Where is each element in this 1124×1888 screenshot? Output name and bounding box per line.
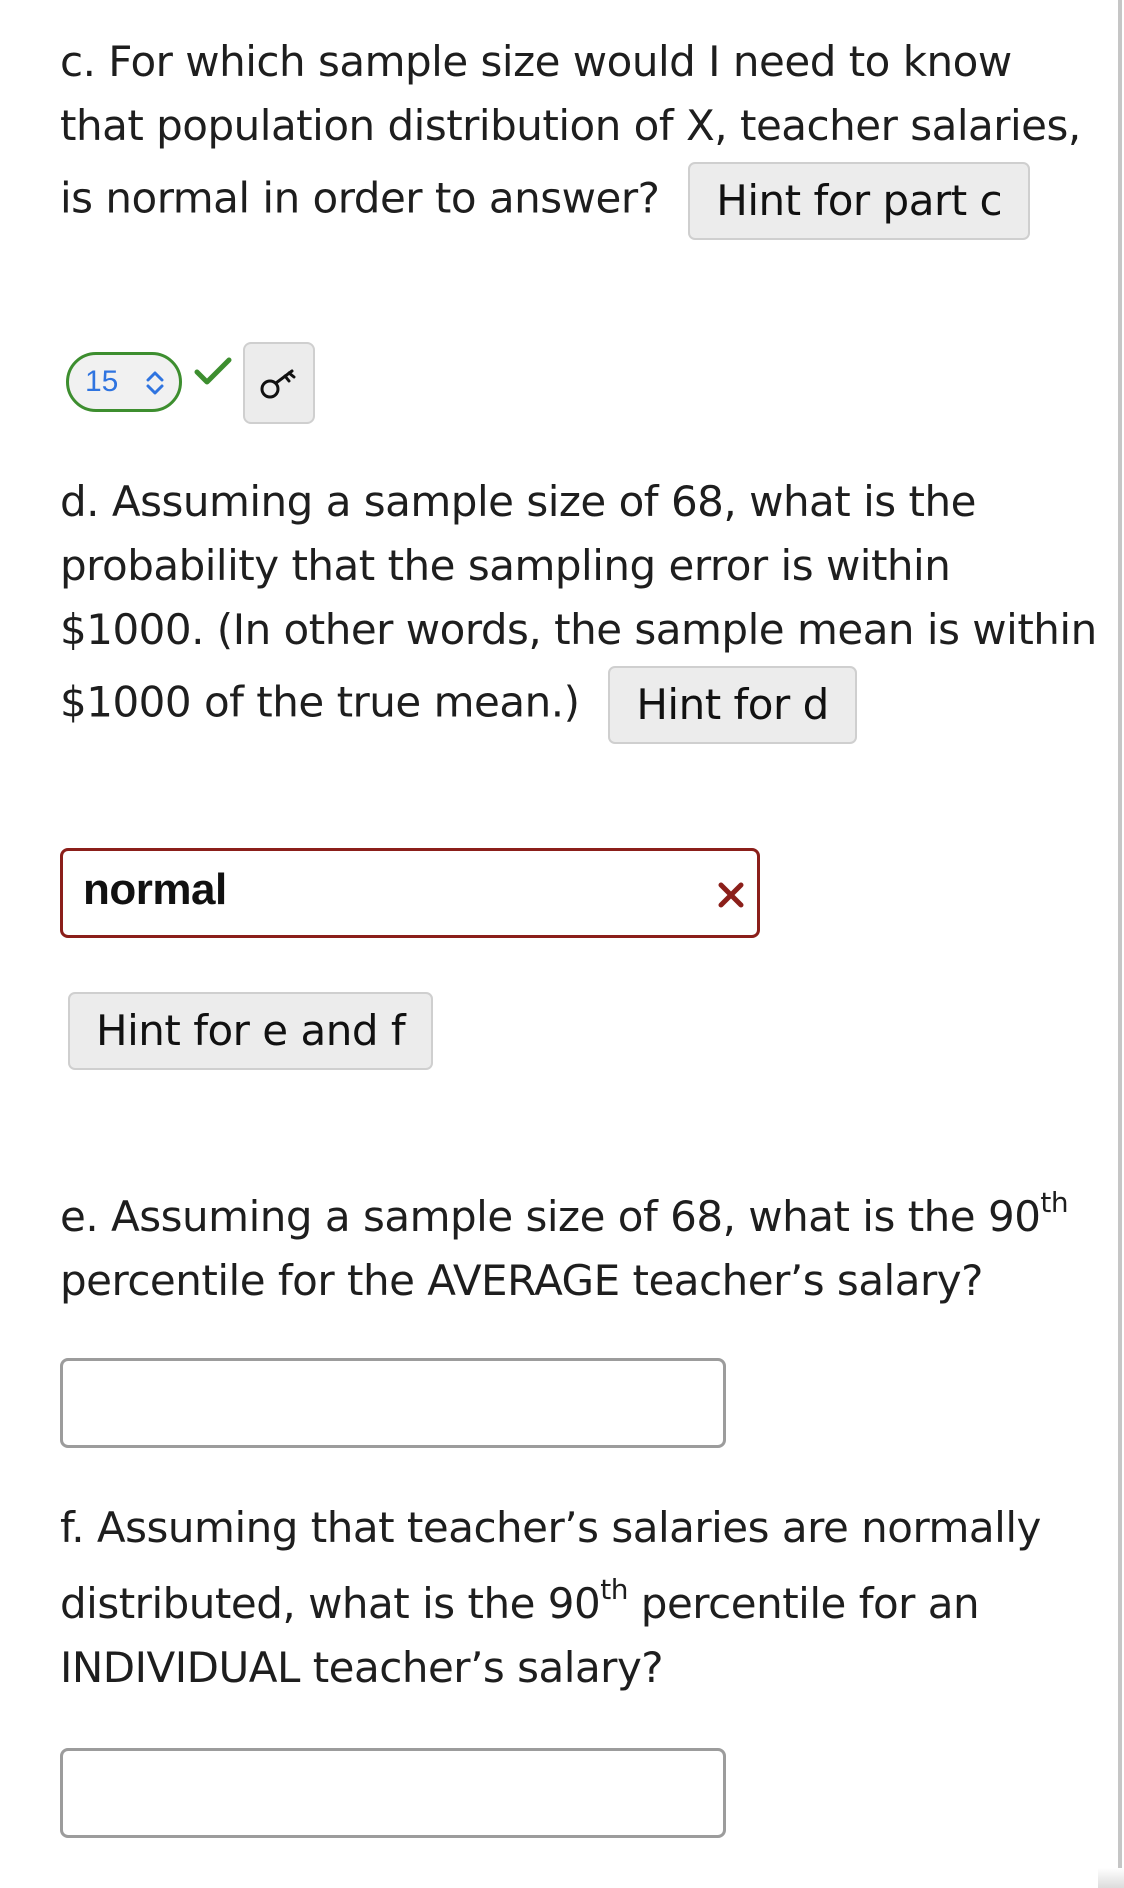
question-f-line-2-post: percentile for an [627, 1579, 980, 1628]
scroll-corner [1098, 1868, 1124, 1888]
question-f-line-2: distributed, what is the 90th percentile… [60, 1572, 1041, 1636]
question-c: c. For which sample size would I need to… [60, 30, 1081, 240]
superscript-th: th [1040, 1186, 1069, 1219]
x-icon [718, 882, 744, 908]
question-f-line-2-pre: distributed, what is the 90 [60, 1579, 601, 1628]
chevron-up-down-icon [146, 371, 164, 395]
answer-f-input[interactable] [60, 1748, 726, 1838]
question-e-line-1-text: e. Assuming a sample size of 68, what is… [60, 1192, 1041, 1241]
superscript-th: th [600, 1573, 628, 1606]
sample-size-selected-value: 15 [85, 365, 119, 398]
question-e: e. Assuming a sample size of 68, what is… [60, 1185, 1069, 1313]
answer-d-input[interactable]: normal [60, 848, 760, 938]
key-icon [260, 369, 296, 399]
question-c-line-1: c. For which sample size would I need to… [60, 37, 1012, 86]
question-d-line-3: $1000. (In other words, the sample mean … [60, 605, 1097, 654]
question-c-line-3-row: is normal in order to answer? Hint for p… [60, 162, 1081, 240]
checkmark-icon [194, 357, 232, 385]
question-d-line-4: $1000 of the true mean.) [60, 677, 580, 727]
hint-part-d-button[interactable]: Hint for d [608, 666, 857, 744]
show-answer-key-button[interactable] [243, 342, 315, 424]
question-d-line-1: d. Assuming a sample size of 68, what is… [60, 477, 976, 526]
sample-size-select[interactable]: 15 [66, 352, 182, 412]
question-f-line-3: INDIVIDUAL teacher’s salary? [60, 1643, 664, 1692]
question-d-line-4-row: $1000 of the true mean.) Hint for d [60, 666, 1097, 744]
question-f-line-1: f. Assuming that teacher’s salaries are … [60, 1503, 1041, 1552]
question-d-line-2: probability that the sampling error is w… [60, 541, 951, 590]
question-c-line-2: that population distribution of X, teach… [60, 101, 1081, 150]
hint-part-e-f-button[interactable]: Hint for e and f [68, 992, 434, 1070]
scrollbar[interactable] [1118, 0, 1122, 1888]
question-e-line-2: percentile for the AVERAGE teacher’s sal… [60, 1256, 983, 1305]
answer-e-input[interactable] [60, 1358, 726, 1448]
answer-d-value: normal [83, 865, 227, 914]
question-e-line-1: e. Assuming a sample size of 68, what is… [60, 1185, 1069, 1249]
hint-part-c-button[interactable]: Hint for part c [688, 162, 1031, 240]
question-c-line-3: is normal in order to answer? [60, 173, 660, 223]
question-d: d. Assuming a sample size of 68, what is… [60, 470, 1097, 744]
question-f: f. Assuming that teacher’s salaries are … [60, 1496, 1041, 1700]
